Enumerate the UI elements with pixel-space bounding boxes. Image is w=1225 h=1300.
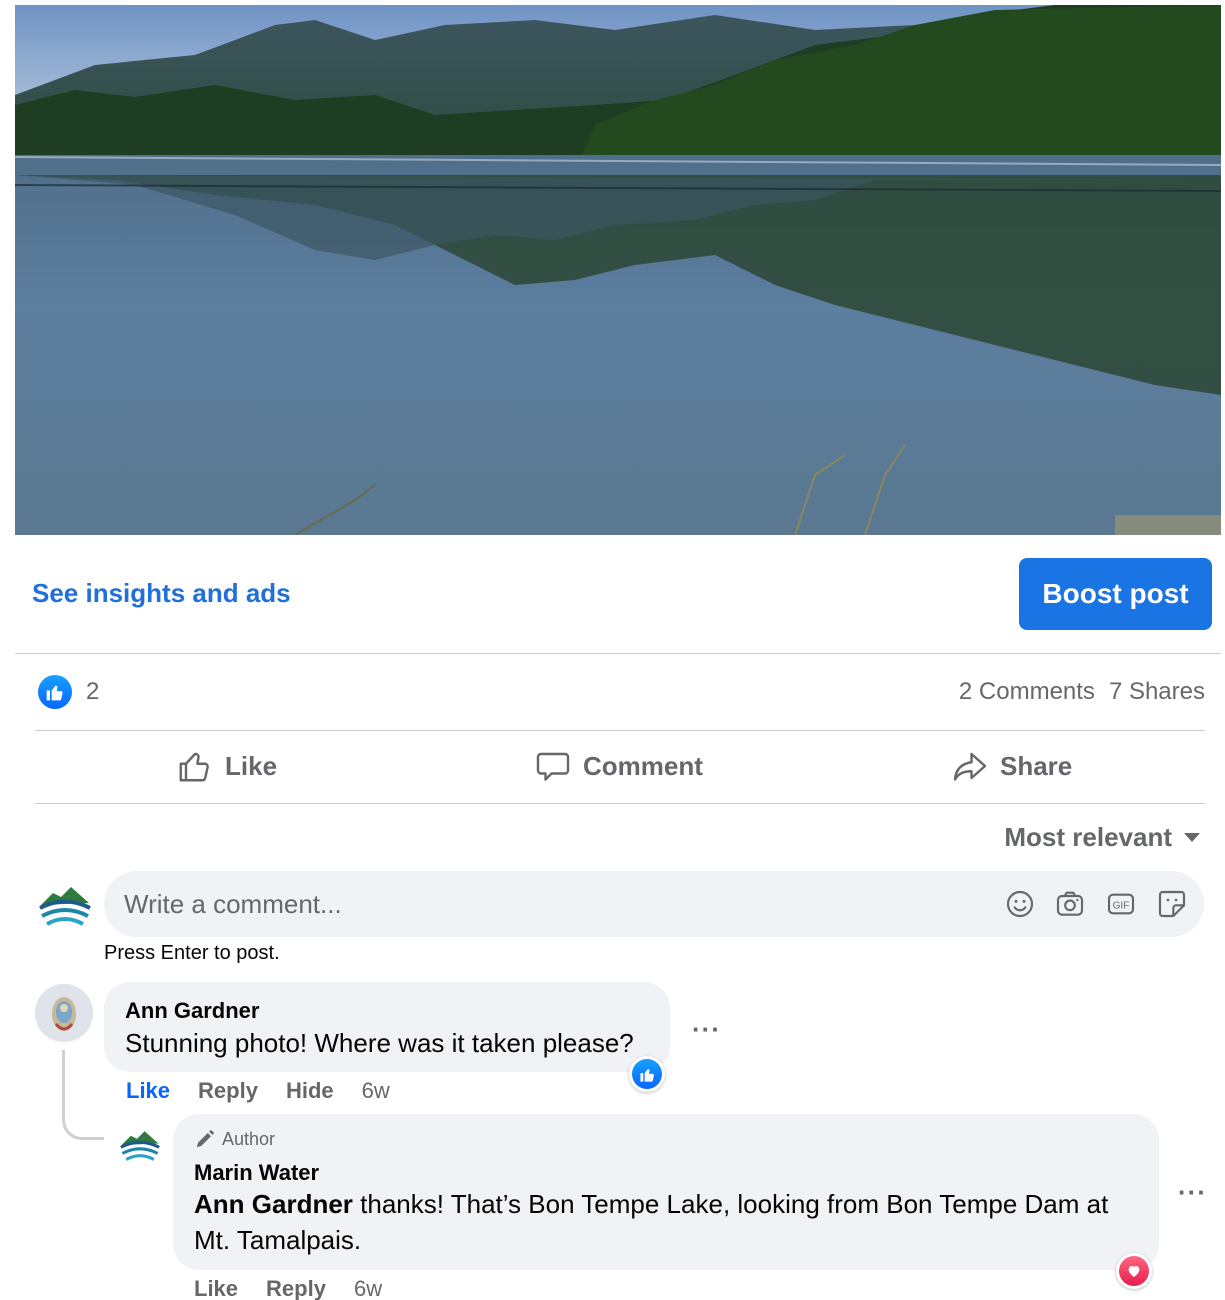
comment-more-button[interactable]: ··· xyxy=(692,1014,721,1045)
divider xyxy=(15,653,1221,654)
reply-text: Ann Gardner thanks! That’s Bon Tempe Lak… xyxy=(194,1186,1144,1258)
comment-input[interactable] xyxy=(124,871,944,937)
reply-more-button[interactable]: ··· xyxy=(1178,1177,1207,1208)
comment-reply-button[interactable]: Reply xyxy=(198,1078,258,1104)
see-insights-link[interactable]: See insights and ads xyxy=(32,578,291,609)
reply-bubble: Author Marin Water Ann Gardner thanks! T… xyxy=(173,1114,1159,1270)
camera-icon[interactable] xyxy=(1054,888,1086,920)
pen-icon xyxy=(196,1129,215,1148)
shares-count[interactable]: 7 Shares xyxy=(1109,678,1205,706)
reply-reply-button[interactable]: Reply xyxy=(266,1276,326,1300)
reply-avatar[interactable] xyxy=(117,1122,163,1168)
commenter-avatar[interactable] xyxy=(35,984,93,1042)
reaction-summary[interactable]: 2 xyxy=(38,675,99,709)
reaction-count: 2 xyxy=(86,678,100,705)
marin-water-logo-icon xyxy=(36,876,94,934)
profile-photo-icon xyxy=(35,984,93,1042)
sort-label: Most relevant xyxy=(1004,822,1172,852)
composer-hint: Press Enter to post. xyxy=(104,942,280,964)
reply-like-button[interactable]: Like xyxy=(194,1276,238,1300)
caret-down-icon xyxy=(1184,833,1200,842)
emoji-icon[interactable] xyxy=(1004,888,1036,920)
comments-count[interactable]: 2 Comments xyxy=(959,678,1095,706)
comment-hide-button[interactable]: Hide xyxy=(286,1078,334,1104)
reply-reaction-badge[interactable] xyxy=(1116,1253,1152,1289)
comment-bubble-icon xyxy=(536,752,570,781)
reply-timestamp[interactable]: 6w xyxy=(354,1276,382,1300)
like-button[interactable]: Like xyxy=(177,748,277,784)
comment-timestamp[interactable]: 6w xyxy=(362,1078,390,1104)
like-label: Like xyxy=(225,750,278,781)
page-avatar[interactable] xyxy=(35,875,95,935)
author-badge-label: Author xyxy=(222,1128,276,1149)
comment-like-button[interactable]: Like xyxy=(126,1078,170,1104)
like-reaction-icon xyxy=(632,1059,662,1089)
reply-actions: Like Reply 6w xyxy=(194,1276,382,1300)
comment-label: Comment xyxy=(583,750,703,781)
comment-text: Stunning photo! Where was it taken pleas… xyxy=(125,1028,634,1058)
reply-thread-line xyxy=(62,1050,104,1140)
author-badge: Author xyxy=(194,1128,275,1150)
gif-icon[interactable]: GIF xyxy=(1105,888,1137,920)
comment-sort-dropdown[interactable]: Most relevant xyxy=(1004,822,1200,853)
post-photo[interactable] xyxy=(15,5,1221,535)
sticker-icon[interactable] xyxy=(1156,888,1188,920)
comment-actions: Like Reply Hide 6w xyxy=(126,1078,390,1104)
comment-reaction-badge[interactable] xyxy=(629,1056,665,1092)
thumbs-up-outline-icon xyxy=(179,752,209,782)
reply-author[interactable]: Marin Water xyxy=(194,1160,319,1186)
comment-bubble: Ann Gardner Stunning photo! Where was it… xyxy=(104,982,670,1072)
lake-landscape-image xyxy=(15,5,1221,535)
heart-reaction-icon xyxy=(1119,1256,1149,1286)
engagement-counts: 2 Comments 7 Shares xyxy=(959,678,1205,706)
comment-button[interactable]: Comment xyxy=(535,748,703,784)
comment-composer[interactable]: GIF xyxy=(104,871,1204,937)
mention-link[interactable]: Ann Gardner xyxy=(194,1189,353,1219)
like-reaction-icon xyxy=(38,675,72,709)
comment-author[interactable]: Ann Gardner xyxy=(125,998,259,1024)
svg-text:GIF: GIF xyxy=(1113,901,1130,912)
boost-post-button[interactable]: Boost post xyxy=(1019,558,1212,630)
share-arrow-icon xyxy=(953,752,987,781)
share-button[interactable]: Share xyxy=(952,748,1072,784)
divider xyxy=(35,803,1205,804)
divider xyxy=(35,730,1205,731)
share-label: Share xyxy=(1000,750,1073,781)
marin-water-logo-icon xyxy=(117,1122,163,1168)
